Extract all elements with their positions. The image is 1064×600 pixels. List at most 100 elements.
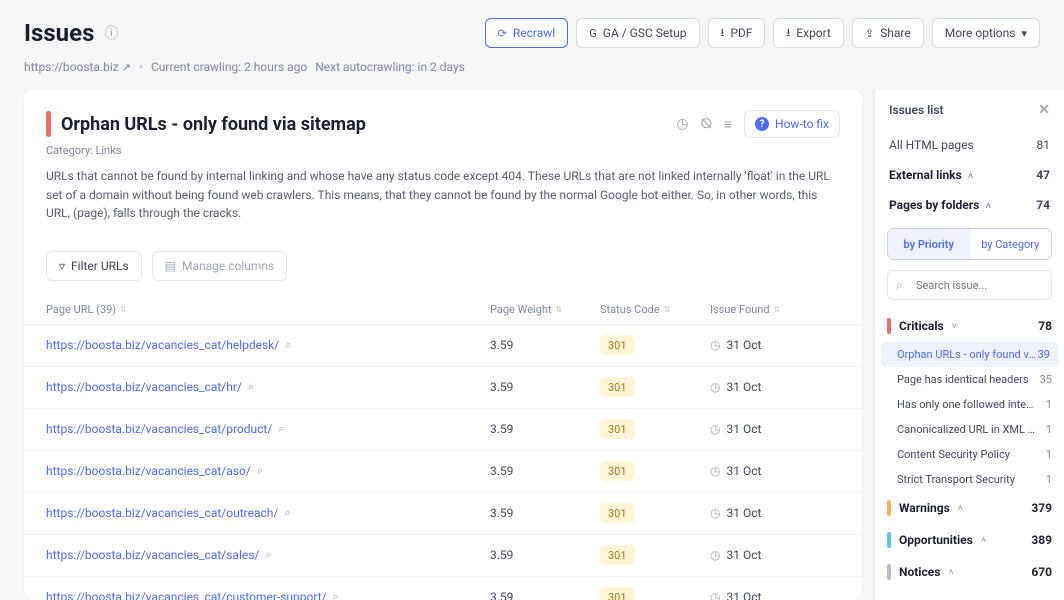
table-row: https://boosta.biz/vacancies_cat/custome… — [24, 577, 862, 600]
info-icon[interactable]: ⓘ — [104, 23, 118, 43]
sort-icon: ⇅ — [120, 305, 127, 314]
issue-item[interactable]: Canonicalized URL in XML sitema...1 — [875, 417, 1064, 442]
severity-count: 78 — [1038, 319, 1052, 333]
status-code-badge: 301 — [600, 503, 635, 523]
gauge-icon: ◷ — [710, 464, 720, 478]
severity-opportunities[interactable]: Opportunities˄389 — [875, 524, 1064, 556]
question-icon: ? — [755, 117, 769, 131]
url-link[interactable]: https://boosta.biz/vacancies_cat/aso/ — [46, 464, 251, 478]
content-card: Orphan URLs - only found via sitemap ◷ ⦰… — [24, 90, 862, 600]
lines-icon[interactable]: ≡ — [724, 116, 732, 133]
seg-category[interactable]: by Category — [970, 229, 1052, 259]
magnify-icon[interactable]: ⌕ — [265, 548, 271, 562]
url-link[interactable]: https://boosta.biz/vacancies_cat/outreac… — [46, 506, 278, 520]
seg-priority[interactable]: by Priority — [888, 229, 970, 259]
issue-item[interactable]: Has only one followed internal lin...1 — [875, 392, 1064, 417]
close-icon[interactable]: ✕ — [1038, 102, 1050, 118]
separator-dot: • — [139, 60, 143, 74]
url-link[interactable]: https://boosta.biz/vacancies_cat/helpdes… — [46, 338, 279, 352]
url-link[interactable]: https://boosta.biz/vacancies_cat/custome… — [46, 590, 327, 600]
severity-criticals[interactable]: Criticals˅78 — [875, 310, 1064, 342]
recrawl-label: Recrawl — [513, 26, 555, 40]
weight-cell: 3.59 — [490, 506, 600, 520]
sidebar-pages-folders[interactable]: Pages by folders ˄ 74 — [875, 190, 1064, 220]
refresh-icon: ⟳ — [498, 27, 507, 40]
status-code-badge: 301 — [600, 335, 635, 355]
col-url[interactable]: Page URL (39)⇅ — [46, 303, 490, 316]
issue-item-label: Page has identical headers — [897, 373, 1029, 386]
pdf-icon: ⭳ — [721, 24, 725, 43]
issue-item-label: Orphan URLs - only found via sit... — [897, 348, 1037, 361]
folders-count: 74 — [1036, 198, 1050, 212]
weight-cell: 3.59 — [490, 380, 600, 394]
issue-item-count: 1 — [1046, 448, 1052, 461]
how-to-fix-button[interactable]: ? How-to fix — [744, 110, 840, 138]
magnify-icon[interactable]: ⌕ — [257, 464, 263, 478]
url-link[interactable]: https://boosta.biz/vacancies_cat/sales/ — [46, 548, 259, 562]
weight-cell: 3.59 — [490, 338, 600, 352]
url-link[interactable]: https://boosta.biz/vacancies_cat/hr/ — [46, 380, 242, 394]
magnify-icon[interactable]: ⌕ — [248, 380, 254, 394]
issue-item[interactable]: Content Security Policy1 — [875, 442, 1064, 467]
severity-count: 379 — [1031, 501, 1052, 515]
eye-off-icon[interactable]: ⦰ — [701, 116, 712, 132]
table-row: https://boosta.biz/vacancies_cat/sales/ ⌕… — [24, 535, 862, 577]
chevron-up-icon: ˄ — [948, 567, 953, 578]
gauge-icon: ◷ — [710, 422, 720, 436]
url-link[interactable]: https://boosta.biz/vacancies_cat/product… — [46, 422, 272, 436]
col-found[interactable]: Issue Found⇅ — [710, 303, 840, 316]
severity-bar — [887, 500, 891, 516]
sort-icon: ⇅ — [664, 305, 671, 314]
table-row: https://boosta.biz/vacancies_cat/aso/ ⌕ 3.… — [24, 451, 862, 493]
magnify-icon[interactable]: ⌕ — [284, 506, 290, 520]
issue-item[interactable]: Orphan URLs - only found via sit...39 — [881, 342, 1058, 367]
share-button[interactable]: ⇪Share — [852, 18, 924, 48]
gauge-icon: ◷ — [710, 590, 720, 600]
table-body: https://boosta.biz/vacancies_cat/helpdes… — [24, 325, 862, 600]
export-icon: ⭳ — [786, 24, 790, 43]
magnify-icon[interactable]: ⌕ — [278, 422, 284, 436]
chevron-down-icon: ▾ — [1021, 27, 1027, 40]
magnify-icon[interactable]: ⌕ — [285, 338, 291, 352]
pdf-button[interactable]: ⭳ PDF — [708, 18, 766, 48]
issue-item[interactable]: Strict Transport Security1 — [875, 467, 1064, 492]
sort-icon: ⇅ — [774, 305, 781, 314]
sidebar-external-links[interactable]: External links ˄ 47 — [875, 160, 1064, 190]
severity-count: 389 — [1031, 533, 1052, 547]
manage-columns-button[interactable]: ▤ Manage columns — [152, 251, 288, 281]
pdf-label: PDF — [730, 26, 752, 40]
col-weight[interactable]: Page Weight⇅ — [490, 303, 600, 316]
export-button[interactable]: ⭳Export — [773, 18, 844, 48]
domain-link[interactable]: https://boosta.biz ↗ — [24, 60, 131, 74]
sidebar-all-pages[interactable]: All HTML pages 81 — [875, 130, 1064, 160]
share-label: Share — [880, 26, 911, 40]
weight-cell: 3.59 — [490, 548, 600, 562]
howto-label: How-to fix — [775, 117, 829, 131]
recrawl-button[interactable]: ⟳ Recrawl — [485, 18, 569, 48]
search-input[interactable] — [887, 270, 1052, 300]
more-options-button[interactable]: More options▾ — [932, 18, 1040, 48]
weight-cell: 3.59 — [490, 422, 600, 436]
weight-cell: 3.59 — [490, 464, 600, 478]
found-date: 31 Oct — [726, 506, 761, 520]
table-row: https://boosta.biz/vacancies_cat/hr/ ⌕ 3.5… — [24, 367, 862, 409]
columns-icon: ▤ — [165, 259, 176, 273]
col-status[interactable]: Status Code⇅ — [600, 303, 710, 316]
chevron-up-icon: ˄ — [966, 172, 974, 182]
severities-list: Criticals˅78Orphan URLs - only found via… — [875, 310, 1064, 588]
issue-item-label: Has only one followed internal lin... — [897, 398, 1037, 411]
severity-notices[interactable]: Notices˄670 — [875, 556, 1064, 588]
magnify-icon[interactable]: ⌕ — [333, 590, 339, 600]
severity-warnings[interactable]: Warnings˄379 — [875, 492, 1064, 524]
severity-label: Opportunities — [899, 533, 973, 547]
issue-item[interactable]: Page has identical headers35 — [875, 367, 1064, 392]
gauge-icon[interactable]: ◷ — [676, 116, 688, 132]
issue-item-count: 1 — [1046, 473, 1052, 486]
ga-gsc-button[interactable]: GGA / GSC Setup — [576, 18, 699, 48]
filter-urls-button[interactable]: ▿Filter URLs — [46, 251, 142, 281]
table-header: Page URL (39)⇅ Page Weight⇅ Status Code⇅… — [24, 295, 862, 325]
found-date: 31 Oct — [726, 422, 761, 436]
issue-item-count: 1 — [1046, 423, 1052, 436]
columns-label: Manage columns — [182, 259, 274, 273]
found-date: 31 Oct — [726, 590, 761, 600]
